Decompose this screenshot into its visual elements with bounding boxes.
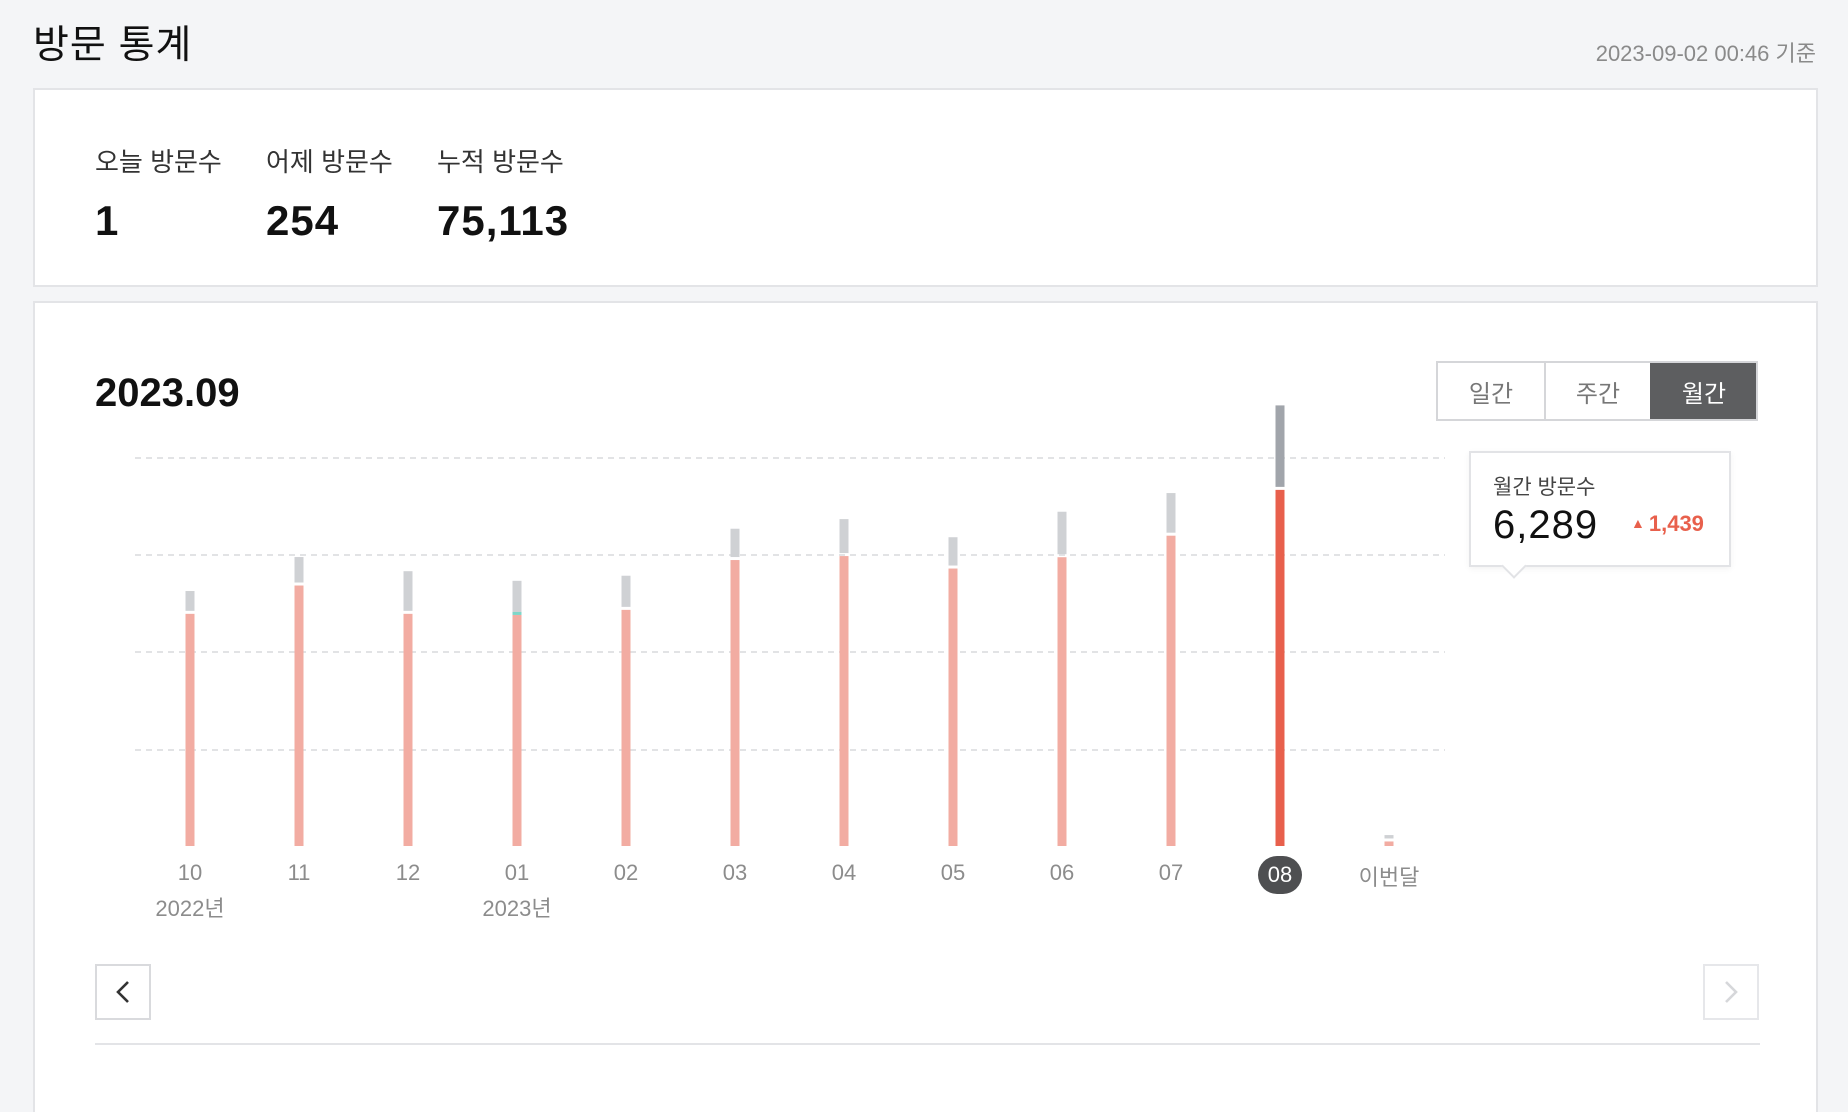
- chart-bottom-divider: [95, 1043, 1760, 1045]
- x-label-10[interactable]: 10: [178, 860, 202, 886]
- bar-visits-07[interactable]: [1166, 535, 1176, 846]
- next-button[interactable]: [1703, 964, 1759, 1020]
- x-label-08[interactable]: 08: [1258, 856, 1302, 894]
- year-label: 2023년: [482, 896, 552, 921]
- bar-top-11[interactable]: [294, 557, 304, 583]
- stat-today: 오늘 방문수 1: [95, 142, 222, 245]
- stat-total: 누적 방문수 75,113: [437, 142, 569, 245]
- bar-visits-10[interactable]: [185, 613, 195, 846]
- bar-visits-이번달[interactable]: [1384, 841, 1394, 846]
- bar-top-10[interactable]: [185, 591, 195, 611]
- stat-label: 누적 방문수: [437, 147, 564, 177]
- year-label: 2022년: [155, 896, 225, 921]
- bar-visits-05[interactable]: [948, 568, 958, 846]
- tooltip-label: 월간 방문수: [1493, 476, 1596, 499]
- summary-card: 오늘 방문수 1 어제 방문수 254 누적 방문수 75,113: [33, 88, 1818, 287]
- bar-top-06[interactable]: [1057, 511, 1067, 555]
- bar-top-05[interactable]: [948, 537, 958, 566]
- stat-yesterday: 어제 방문수 254: [266, 142, 393, 245]
- x-label-02[interactable]: 02: [614, 860, 638, 886]
- x-label-03[interactable]: 03: [723, 860, 747, 886]
- chart-tooltip: 월간 방문수 6,289 ▲ 1,439: [1469, 451, 1731, 567]
- prev-button[interactable]: [95, 964, 151, 1020]
- x-label-11[interactable]: 11: [288, 860, 311, 886]
- bar-top-01[interactable]: [512, 580, 522, 612]
- bar-visits-12[interactable]: [403, 613, 413, 846]
- stat-label: 오늘 방문수: [95, 147, 222, 177]
- x-label-01[interactable]: 01: [505, 860, 529, 886]
- stat-value: 1: [95, 197, 120, 244]
- up-triangle-icon: ▲: [1631, 515, 1645, 531]
- bar-visits-08[interactable]: [1275, 489, 1285, 846]
- stat-label: 어제 방문수: [266, 147, 393, 177]
- bar-visits-03[interactable]: [730, 560, 740, 846]
- bar-top-08[interactable]: [1275, 405, 1285, 487]
- bar-visits-04[interactable]: [839, 556, 849, 846]
- bar-top-07[interactable]: [1166, 493, 1176, 533]
- timestamp: 2023-09-02 00:46 기준: [1595, 41, 1816, 66]
- bar-visits-06[interactable]: [1057, 557, 1067, 846]
- bar-visits-11[interactable]: [294, 585, 304, 846]
- tooltip-change: ▲ 1,439: [1631, 511, 1704, 537]
- x-label-이번달[interactable]: 이번달: [1359, 860, 1420, 892]
- chevron-right-icon: [1725, 981, 1738, 1003]
- visits-bar-chart: [135, 405, 1445, 846]
- bar-top-02[interactable]: [621, 575, 631, 607]
- x-label-12[interactable]: 12: [396, 860, 420, 886]
- x-label-06[interactable]: 06: [1050, 860, 1074, 886]
- bar-visits-02[interactable]: [621, 609, 631, 846]
- x-label-05[interactable]: 05: [941, 860, 965, 886]
- chevron-left-icon: [116, 981, 129, 1003]
- bar-visits-01[interactable]: [512, 614, 522, 846]
- bar-accent-01: [512, 611, 522, 615]
- tooltip-value: 6,289: [1493, 503, 1599, 547]
- bar-top-03[interactable]: [730, 528, 740, 558]
- x-label-07[interactable]: 07: [1159, 860, 1183, 886]
- bar-top-04[interactable]: [839, 519, 849, 554]
- stat-value: 254: [266, 197, 340, 244]
- bar-top-12[interactable]: [403, 571, 413, 611]
- x-label-04[interactable]: 04: [832, 860, 856, 886]
- chart-card: 2023.09 일간 주간 월간 10 11 12 01 02 03 04 05 06 07 08 이…: [33, 301, 1818, 1112]
- page-title: 방문 통계: [33, 24, 193, 67]
- bar-top-이번달[interactable]: [1384, 835, 1394, 839]
- stat-value: 75,113: [437, 197, 570, 244]
- tooltip-change-value: 1,439: [1648, 511, 1704, 536]
